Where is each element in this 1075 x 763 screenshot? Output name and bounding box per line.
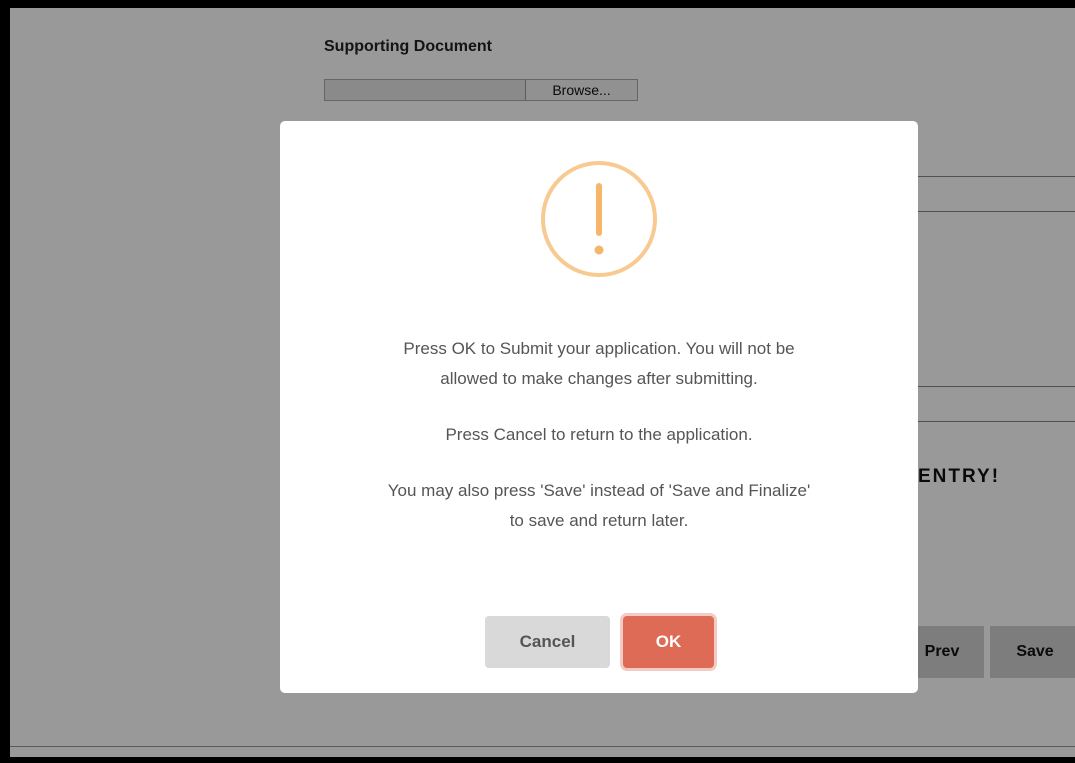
- cancel-button[interactable]: Cancel: [485, 616, 610, 668]
- dialog-message: Press OK to Submit your application. You…: [280, 334, 918, 562]
- dialog-line: You may also press 'Save' instead of 'Sa…: [387, 481, 811, 500]
- dialog-line: Press Cancel to return to the applicatio…: [445, 425, 753, 444]
- exclamation-circle-icon: [541, 161, 657, 277]
- confirm-submit-dialog: Press OK to Submit your application. You…: [280, 121, 918, 693]
- dialog-line: to save and return later.: [509, 511, 689, 530]
- ok-button[interactable]: OK: [623, 616, 714, 668]
- dialog-line: Press OK to Submit your application. You…: [403, 339, 795, 358]
- browser-viewport: Supporting Document Browse... ENTRY! Pre…: [10, 8, 1075, 757]
- dialog-line: allowed to make changes after submitting…: [440, 369, 758, 388]
